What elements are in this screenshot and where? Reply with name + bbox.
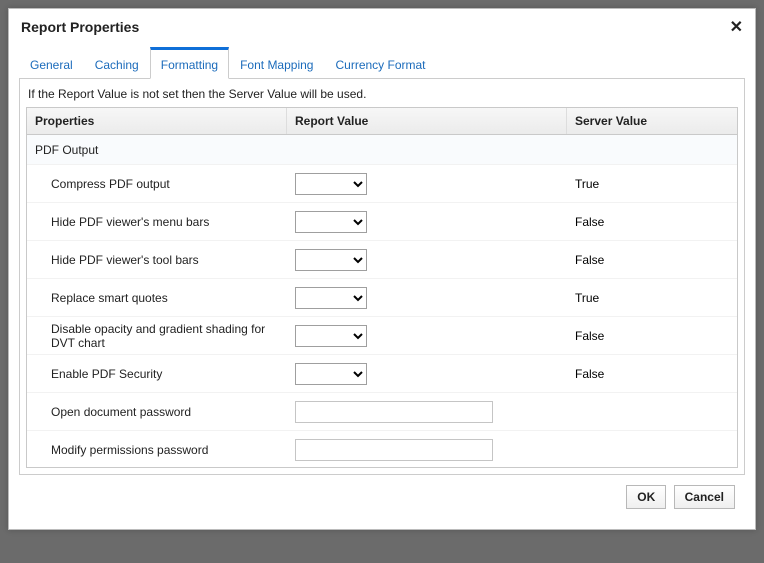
tab-bar: General Caching Formatting Font Mapping … xyxy=(19,47,745,79)
server-value: True xyxy=(567,285,737,311)
server-value: False xyxy=(567,323,737,349)
report-value-input[interactable] xyxy=(295,401,493,423)
group-label: PDF Output xyxy=(27,137,287,163)
property-label: Hide PDF viewer's tool bars xyxy=(27,249,287,271)
hint-text: If the Report Value is not set then the … xyxy=(28,87,738,101)
column-header-properties: Properties xyxy=(27,108,287,134)
server-value: False xyxy=(567,247,737,273)
report-properties-dialog: Report Properties ✕ General Caching Form… xyxy=(8,8,756,530)
tab-content-formatting: If the Report Value is not set then the … xyxy=(19,79,745,475)
report-value-select[interactable] xyxy=(295,211,367,233)
table-row: Hide PDF viewer's menu bars False xyxy=(27,203,737,241)
table-row: Replace smart quotes True xyxy=(27,279,737,317)
dialog-footer: OK Cancel xyxy=(19,475,745,519)
property-label: Replace smart quotes xyxy=(27,287,287,309)
report-value-select[interactable] xyxy=(295,325,367,347)
property-label: Disable opacity and gradient shading for… xyxy=(27,318,287,354)
tab-caching[interactable]: Caching xyxy=(84,47,150,79)
tab-formatting[interactable]: Formatting xyxy=(150,47,229,79)
table-row: Enable PDF Security False xyxy=(27,355,737,393)
table-row: Disable opacity and gradient shading for… xyxy=(27,317,737,355)
column-header-report-value: Report Value xyxy=(287,108,567,134)
table-row: Hide PDF viewer's tool bars False xyxy=(27,241,737,279)
property-label: Open document password xyxy=(27,401,287,423)
report-value-select[interactable] xyxy=(295,363,367,385)
table-row: Modify permissions password xyxy=(27,431,737,467)
properties-grid: Properties Report Value Server Value PDF… xyxy=(26,107,738,468)
property-label: Hide PDF viewer's menu bars xyxy=(27,211,287,233)
server-value xyxy=(567,406,737,418)
server-value xyxy=(567,444,737,456)
grid-body[interactable]: PDF Output Compress PDF output True xyxy=(27,135,737,467)
column-header-server-value: Server Value xyxy=(567,108,737,134)
group-row-pdf-output: PDF Output xyxy=(27,135,737,165)
server-value: True xyxy=(567,171,737,197)
dialog-body: General Caching Formatting Font Mapping … xyxy=(9,41,755,529)
property-label: Enable PDF Security xyxy=(27,363,287,385)
report-value-select[interactable] xyxy=(295,249,367,271)
property-label: Modify permissions password xyxy=(27,439,287,461)
title-bar: Report Properties ✕ xyxy=(9,9,755,41)
cancel-button[interactable]: Cancel xyxy=(674,485,735,509)
server-value: False xyxy=(567,361,737,387)
tab-currency-format[interactable]: Currency Format xyxy=(324,47,436,79)
close-icon[interactable]: ✕ xyxy=(730,17,743,37)
grid-header: Properties Report Value Server Value xyxy=(27,108,737,135)
property-label: Compress PDF output xyxy=(27,173,287,195)
ok-button[interactable]: OK xyxy=(626,485,666,509)
report-value-input[interactable] xyxy=(295,439,493,461)
tab-font-mapping[interactable]: Font Mapping xyxy=(229,47,324,79)
server-value: False xyxy=(567,209,737,235)
table-row: Open document password xyxy=(27,393,737,431)
report-value-select[interactable] xyxy=(295,287,367,309)
tab-general[interactable]: General xyxy=(19,47,84,79)
table-row: Compress PDF output True xyxy=(27,165,737,203)
dialog-title: Report Properties xyxy=(21,19,139,35)
report-value-select[interactable] xyxy=(295,173,367,195)
